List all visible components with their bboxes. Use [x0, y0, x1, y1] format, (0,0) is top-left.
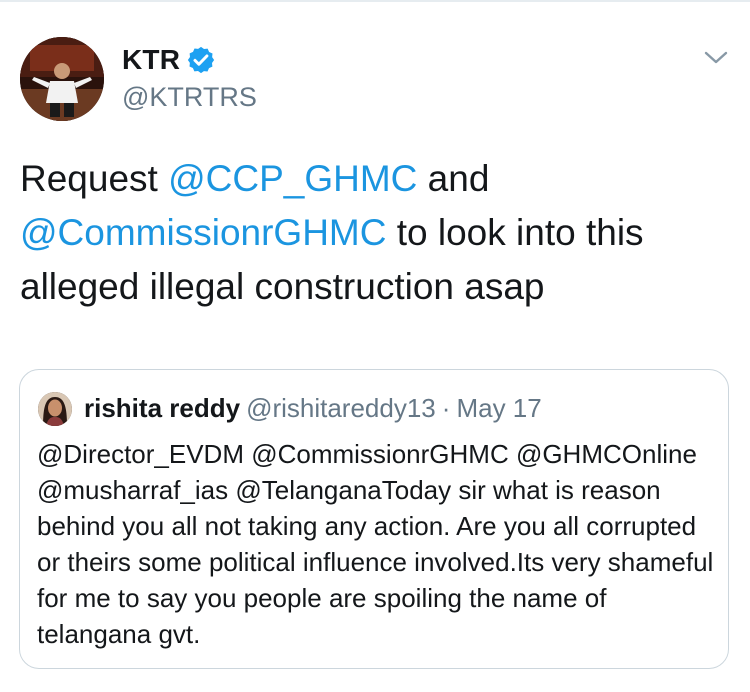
tweet-text-segment: Request: [20, 158, 169, 199]
quoted-author-avatar[interactable]: [38, 392, 72, 426]
tweet-text: Request @CCP_GHMC and @CommissionrGHMC to…: [20, 152, 732, 314]
author-avatar[interactable]: [20, 37, 104, 121]
quoted-tweet-date[interactable]: May 17: [456, 393, 541, 423]
mention-link[interactable]: @CCP_GHMC: [168, 158, 417, 199]
author-name[interactable]: KTR: [122, 44, 180, 76]
quoted-author-handle[interactable]: @rishitareddy13: [246, 393, 436, 423]
mention-link[interactable]: @CommissionrGHMC: [20, 212, 386, 253]
verified-badge-icon: [188, 46, 215, 74]
quoted-tweet-text: @Director_EVDM @CommissionrGHMC @GHMCOnl…: [37, 439, 714, 649]
top-divider: [0, 0, 750, 2]
quoted-tweet-header: rishita reddy @rishitareddy13 · May 17: [84, 393, 542, 424]
chevron-down-icon[interactable]: [703, 48, 729, 68]
author-handle[interactable]: @KTRTRS: [122, 82, 257, 113]
author-name-row[interactable]: KTR: [122, 44, 216, 76]
tweet-text-segment: and: [417, 158, 490, 199]
separator-dot: ·: [441, 393, 451, 423]
quoted-author-name[interactable]: rishita reddy: [84, 393, 240, 423]
quoted-tweet-card[interactable]: rishita reddy @rishitareddy13 · May 17 @Dir…: [19, 369, 729, 669]
